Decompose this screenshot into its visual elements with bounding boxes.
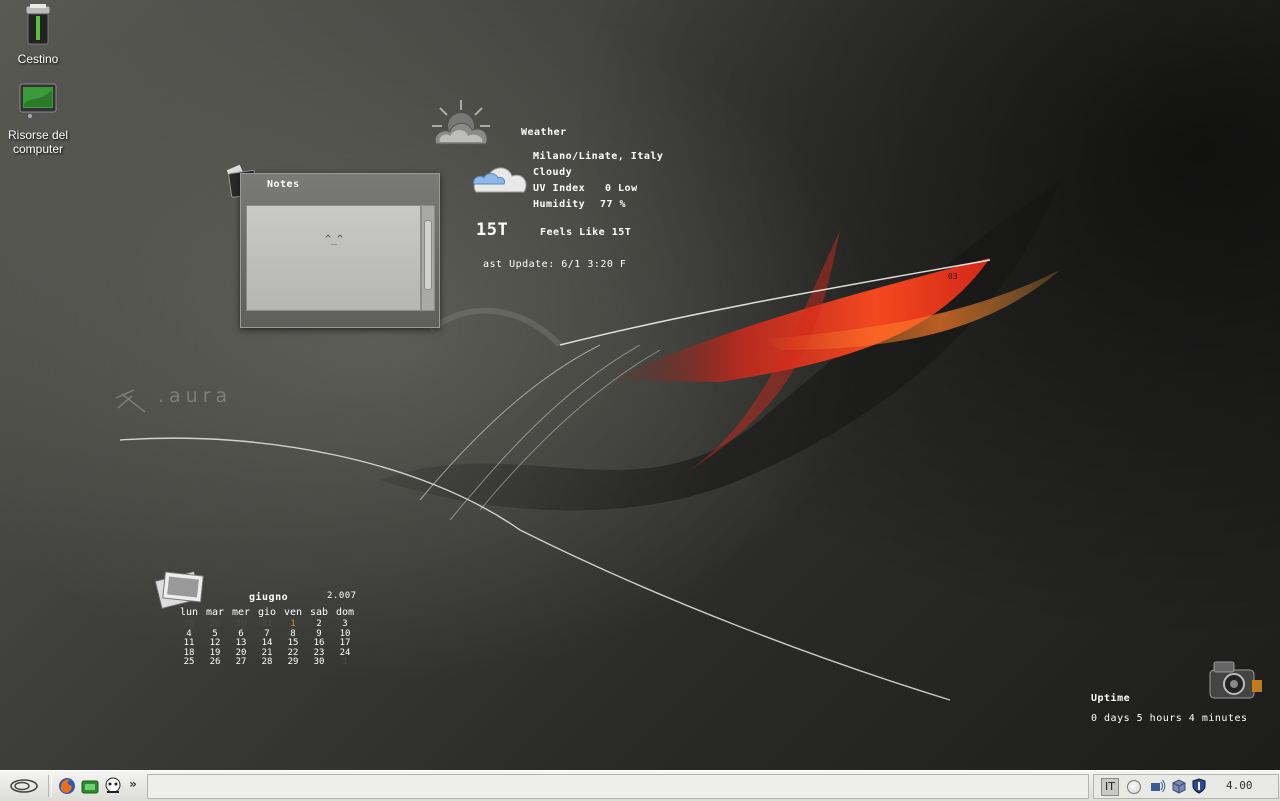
more-launchers-button[interactable]: » — [126, 773, 140, 795]
task-list[interactable] — [147, 774, 1089, 799]
calendar-day: 1 — [342, 657, 348, 667]
aura-logo-text: .aura — [158, 385, 233, 407]
status-circle-icon[interactable] — [1127, 780, 1141, 794]
weekday-label: mar — [205, 607, 225, 618]
calendar-day: 30 — [313, 657, 325, 667]
weather-last-update: ast Update: 6/1 3:20 F — [483, 259, 627, 270]
firefox-icon — [59, 778, 75, 794]
weekday-label: ven — [283, 607, 303, 618]
notes-title: Notes — [267, 179, 300, 190]
calendar-grid: 28 29 30 31 1 2 3 4 5 6 7 8 9 10 11 12 1… — [176, 620, 358, 668]
notes-scrollbar-thumb[interactable] — [424, 220, 432, 290]
package-icon[interactable] — [1171, 778, 1187, 794]
weekday-label: sab — [309, 607, 329, 618]
weather-sun-cloud-icon — [428, 98, 494, 158]
desktop-icon-computer-label-line1: Risorse del — [7, 128, 69, 142]
terminal-icon — [105, 777, 121, 793]
terminal-launcher[interactable] — [102, 775, 124, 797]
weather-uv-value: 0 Low — [605, 183, 638, 194]
desktop-icon-computer[interactable]: Risorse del computer — [0, 78, 76, 156]
calendar-day: 28 — [261, 657, 273, 667]
weekday-label: mer — [231, 607, 251, 618]
computer-icon — [14, 78, 62, 126]
calendar-day: 26 — [209, 657, 221, 667]
weekday-label: lun — [179, 607, 199, 618]
weather-humidity-value: 77 % — [600, 199, 627, 210]
weekday-label: gio — [257, 607, 277, 618]
weather-temperature: 15T — [476, 220, 509, 240]
file-manager-launcher[interactable] — [79, 775, 101, 797]
taskbar: » IT 4.00 — [0, 770, 1280, 801]
keyboard-layout-indicator[interactable]: IT — [1101, 778, 1119, 796]
calendar-week: 25 26 27 28 29 30 1 — [176, 658, 358, 668]
desktop-icon-trash-label: Cestino — [17, 52, 59, 66]
calendar-day: 29 — [287, 657, 299, 667]
calendar-weekday-header: lun mar mer gio ven sab dom — [176, 608, 358, 619]
notes-text-area[interactable]: ^_^ — [246, 205, 421, 311]
system-tray: IT 4.00 — [1093, 774, 1279, 799]
clock[interactable]: 4.00 — [1226, 779, 1253, 792]
taskbar-separator — [48, 775, 52, 797]
trash-icon — [14, 2, 62, 50]
calendar-day: 27 — [235, 657, 247, 667]
calendar-day: 25 — [183, 657, 195, 667]
security-shield-icon[interactable] — [1191, 778, 1207, 794]
desktop-icon-trash[interactable]: Cestino — [0, 2, 76, 66]
calendar-photos-icon — [152, 566, 208, 612]
calendar-year: 2.007 — [327, 591, 357, 601]
weather-condition: Cloudy — [533, 167, 573, 178]
uptime-title: Uptime — [1091, 693, 1131, 704]
weekday-label: dom — [335, 607, 355, 618]
weather-uv-label: UV Index — [533, 183, 586, 194]
desktop-icon-computer-label-line2: computer — [12, 142, 64, 156]
notes-scrollbar[interactable] — [421, 205, 435, 311]
uptime-camera-icon — [1206, 658, 1266, 704]
notes-widget: Notes ^_^ — [240, 173, 440, 328]
firefox-launcher[interactable] — [56, 775, 78, 797]
weather-feels-like: Feels Like 15T — [540, 227, 632, 238]
weather-humidity-label: Humidity — [533, 199, 586, 210]
uptime-value: 0 days 5 hours 4 minutes — [1091, 713, 1248, 724]
start-menu-icon — [10, 779, 38, 793]
calendar-month: giugno — [249, 592, 289, 603]
notes-content: ^_^ — [325, 234, 344, 245]
start-menu-button[interactable] — [4, 775, 44, 797]
network-icon[interactable] — [1150, 778, 1166, 794]
weather-title: Weather — [521, 127, 567, 138]
weather-location: Milano/Linate, Italy — [533, 151, 664, 162]
weather-cloudy-icon — [470, 158, 530, 202]
weather-marker: 03 — [948, 272, 958, 281]
file-manager-icon — [81, 780, 99, 794]
